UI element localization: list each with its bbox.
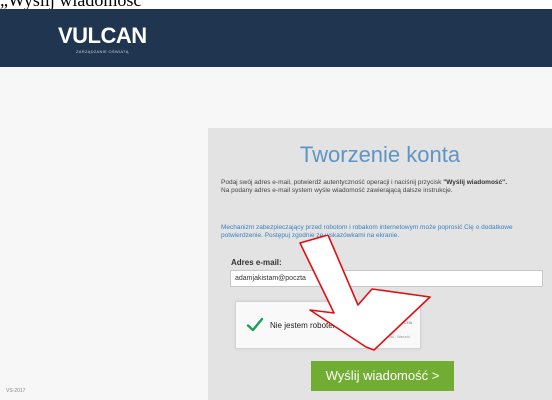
vulcan-logo[interactable]: VULCAN ZARZĄDZANIE OŚWIATĄ [58, 23, 147, 59]
page-title: Tworzenie konta [299, 142, 461, 167]
footer-text: VS-2017 [6, 388, 26, 394]
annotation-arrow [299, 235, 431, 351]
email-label: Adres e-mail: [231, 258, 282, 267]
send-message-button[interactable]: Wyślij wiadomość > [311, 361, 454, 391]
logo-text: VULCAN [58, 23, 147, 48]
instructions-before: Podaj swój adres e-mail, potwierdź auten… [221, 179, 444, 186]
checkmark-icon[interactable] [246, 316, 264, 334]
logo-subtitle: ZARZĄDZANIE OŚWIATĄ [76, 49, 129, 54]
arrow-shape [299, 235, 431, 351]
site-header: VULCAN ZARZĄDZANIE OŚWIATĄ [0, 9, 552, 67]
instructions-text: Podaj swój adres e-mail, potwierdź auten… [221, 179, 543, 195]
instructions-after: Na podany adres e-mail system wyśle wiad… [221, 187, 453, 194]
instructions-bold: "Wyślij wiadomość". [443, 179, 508, 186]
top-caption: „Wyślij wiadomość” [0, 0, 150, 10]
